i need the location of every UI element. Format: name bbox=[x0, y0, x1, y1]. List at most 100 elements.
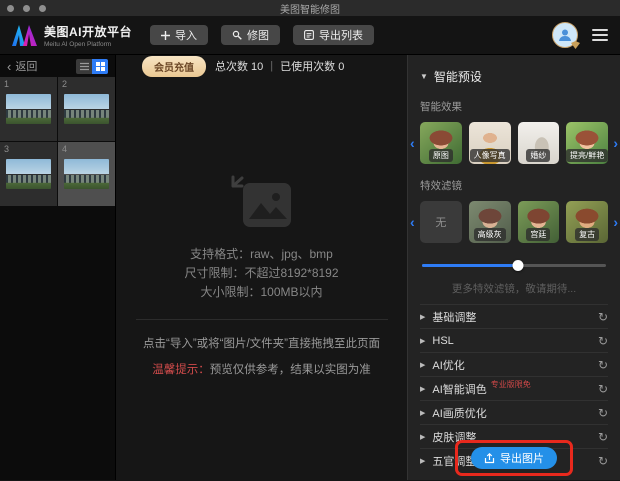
list-view-icon bbox=[80, 62, 89, 71]
section-ai-color-grading[interactable]: ▶ AI智能调色 专业版限免 ↻ bbox=[420, 376, 608, 400]
effect-tile-label: 原图 bbox=[429, 149, 453, 162]
effect-tile-bridal[interactable]: 婚纱 bbox=[518, 122, 560, 164]
grid-view-button[interactable] bbox=[92, 59, 108, 74]
thumbnail-number: 4 bbox=[62, 144, 67, 154]
retouch-wand-icon bbox=[232, 30, 242, 40]
warm-tip: 温馨提示：预览仅供参考，结果以实图为准 bbox=[152, 361, 371, 377]
filter-tile-label: 高级灰 bbox=[474, 228, 506, 241]
thumbnail-photo bbox=[6, 159, 51, 189]
filter-tile-vintage[interactable]: 复古 bbox=[566, 201, 608, 243]
image-dropzone[interactable]: 支持格式：raw、jpg、bmp 尺寸限制：不超过8192*8192 大小限制：… bbox=[116, 77, 407, 480]
usage-separator: | bbox=[270, 60, 273, 72]
drop-hint: 点击“导入”或将“图片/文件夹”直接拖拽至此页面 bbox=[143, 335, 380, 351]
export-image-label: 导出图片 bbox=[500, 450, 544, 466]
filters-prev-icon[interactable]: ‹ bbox=[410, 215, 415, 229]
effects-next-icon[interactable]: › bbox=[613, 136, 618, 150]
filter-tile-palace[interactable]: 宫廷 bbox=[518, 201, 560, 243]
effect-tile-label: 人像写真 bbox=[470, 149, 510, 162]
reset-icon[interactable]: ↻ bbox=[598, 359, 608, 371]
section-label: AI画质优化 bbox=[432, 405, 486, 421]
thumbnail-cell-2[interactable]: 2 bbox=[58, 77, 115, 141]
divider bbox=[136, 319, 388, 320]
effects-row: ‹ 原图 人像写真 婚纱 提亮/鲜艳 › bbox=[420, 122, 608, 164]
section-ai-optimize[interactable]: ▶ AI优化 ↻ bbox=[420, 352, 608, 376]
effect-tile-original[interactable]: 原图 bbox=[420, 122, 462, 164]
thumbnail-number: 3 bbox=[4, 144, 9, 154]
section-basic-adjust[interactable]: ▶ 基础调整 ↻ bbox=[420, 304, 608, 328]
image-placeholder-icon bbox=[229, 175, 295, 231]
section-ai-quality[interactable]: ▶ AI画质优化 ↻ bbox=[420, 400, 608, 424]
menu-button[interactable] bbox=[592, 29, 608, 41]
red-highlight-annotation: 导出图片 bbox=[455, 440, 573, 476]
window-title: 美图智能修图 bbox=[0, 1, 620, 16]
upload-requirements: 支持格式：raw、jpg、bmp 尺寸限制：不超过8192*8192 大小限制：… bbox=[184, 245, 338, 302]
toolbar: 美图AI开放平台 Meitu AI Open Platform 导入 修图 bbox=[0, 16, 620, 55]
slider-thumb[interactable] bbox=[512, 260, 523, 271]
sidebar-header: ‹ 返回 bbox=[0, 55, 115, 77]
smart-effects-label: 智能效果 bbox=[420, 99, 608, 114]
thumbnail-photo bbox=[64, 94, 109, 124]
section-hsl[interactable]: ▶ HSL ↻ bbox=[420, 328, 608, 352]
filesize-line: 大小限制：100MB以内 bbox=[184, 283, 338, 302]
filter-tile-label: 复古 bbox=[575, 228, 599, 241]
reset-icon[interactable]: ↻ bbox=[598, 335, 608, 347]
section-label: AI智能调色 bbox=[432, 381, 486, 397]
dimension-line: 尺寸限制：不超过8192*8192 bbox=[184, 264, 338, 283]
reset-icon[interactable]: ↻ bbox=[598, 407, 608, 419]
export-icon bbox=[484, 453, 495, 464]
thumbnail-number: 2 bbox=[62, 79, 67, 89]
export-list-button-label: 导出列表 bbox=[319, 27, 363, 43]
smart-preset-label: 智能预设 bbox=[434, 68, 482, 85]
import-button-label: 导入 bbox=[175, 27, 197, 43]
chevron-right-icon: ▶ bbox=[420, 409, 425, 417]
brand: 美图AI开放平台 Meitu AI Open Platform bbox=[12, 23, 132, 48]
thumbnail-cell-3[interactable]: 3 bbox=[0, 142, 57, 206]
thumbnail-photo bbox=[64, 159, 109, 189]
brand-subtitle: Meitu AI Open Platform bbox=[44, 41, 132, 48]
membership-recharge-button[interactable]: 会员充值 bbox=[142, 56, 206, 77]
smart-preset-header[interactable]: ▼ 智能预设 bbox=[420, 68, 608, 85]
retouch-button[interactable]: 修图 bbox=[221, 25, 280, 45]
effects-prev-icon[interactable]: ‹ bbox=[410, 136, 415, 150]
section-label: 基础调整 bbox=[432, 309, 476, 325]
back-chevron-icon: ‹ bbox=[7, 60, 11, 73]
effect-tile-portrait[interactable]: 人像写真 bbox=[469, 122, 511, 164]
app-window: 美图智能修图 美图AI开放平台 Meitu AI Open Platform bbox=[0, 0, 620, 481]
thumbnail-number: 1 bbox=[4, 79, 9, 89]
slider-fill bbox=[422, 264, 518, 267]
reset-icon[interactable]: ↻ bbox=[598, 311, 608, 323]
chevron-right-icon: ▶ bbox=[420, 361, 425, 369]
effect-tile-brighten[interactable]: 提亮/鲜艳 bbox=[566, 122, 608, 164]
filter-tile-advanced-gray[interactable]: 高级灰 bbox=[469, 201, 511, 243]
usage-used: 已使用次数 0 bbox=[280, 58, 344, 74]
import-button[interactable]: 导入 bbox=[150, 25, 208, 45]
export-list-button[interactable]: 导出列表 bbox=[293, 25, 374, 45]
section-label: AI优化 bbox=[432, 357, 464, 373]
main-area: ‹ 返回 bbox=[0, 55, 620, 480]
brand-name: 美图AI开放平台 bbox=[44, 23, 132, 40]
export-area: 导出图片 bbox=[408, 440, 620, 476]
export-image-button[interactable]: 导出图片 bbox=[471, 447, 557, 469]
thumbnail-photo bbox=[6, 94, 51, 124]
plus-icon bbox=[161, 31, 170, 40]
filter-strength-slider[interactable] bbox=[422, 260, 606, 271]
meitu-logo-icon bbox=[12, 25, 37, 46]
filter-tile-none[interactable]: 无 bbox=[420, 201, 462, 243]
filter-tile-label: 无 bbox=[435, 214, 446, 230]
center-header: 会员充值 总次数 10 | 已使用次数 0 bbox=[116, 55, 407, 77]
filters-next-icon[interactable]: › bbox=[613, 215, 618, 229]
warm-tip-prefix: 温馨提示： bbox=[152, 364, 210, 376]
back-label: 返回 bbox=[15, 58, 37, 74]
thumbnail-grid: 1 2 3 4 bbox=[0, 77, 115, 206]
list-view-button[interactable] bbox=[76, 59, 92, 74]
reset-icon[interactable]: ↻ bbox=[598, 383, 608, 395]
more-filters-note: 更多特效滤镜，敬请期待... bbox=[420, 281, 608, 296]
effect-tile-label: 婚纱 bbox=[526, 149, 550, 162]
chevron-right-icon: ▶ bbox=[420, 337, 425, 345]
avatar[interactable] bbox=[552, 22, 578, 48]
back-button[interactable]: ‹ 返回 bbox=[7, 58, 37, 74]
thumbnail-cell-1[interactable]: 1 bbox=[0, 77, 57, 141]
thumbnail-cell-4[interactable]: 4 bbox=[58, 142, 115, 206]
filter-tile-label: 宫廷 bbox=[526, 228, 550, 241]
list-icon bbox=[304, 30, 314, 40]
